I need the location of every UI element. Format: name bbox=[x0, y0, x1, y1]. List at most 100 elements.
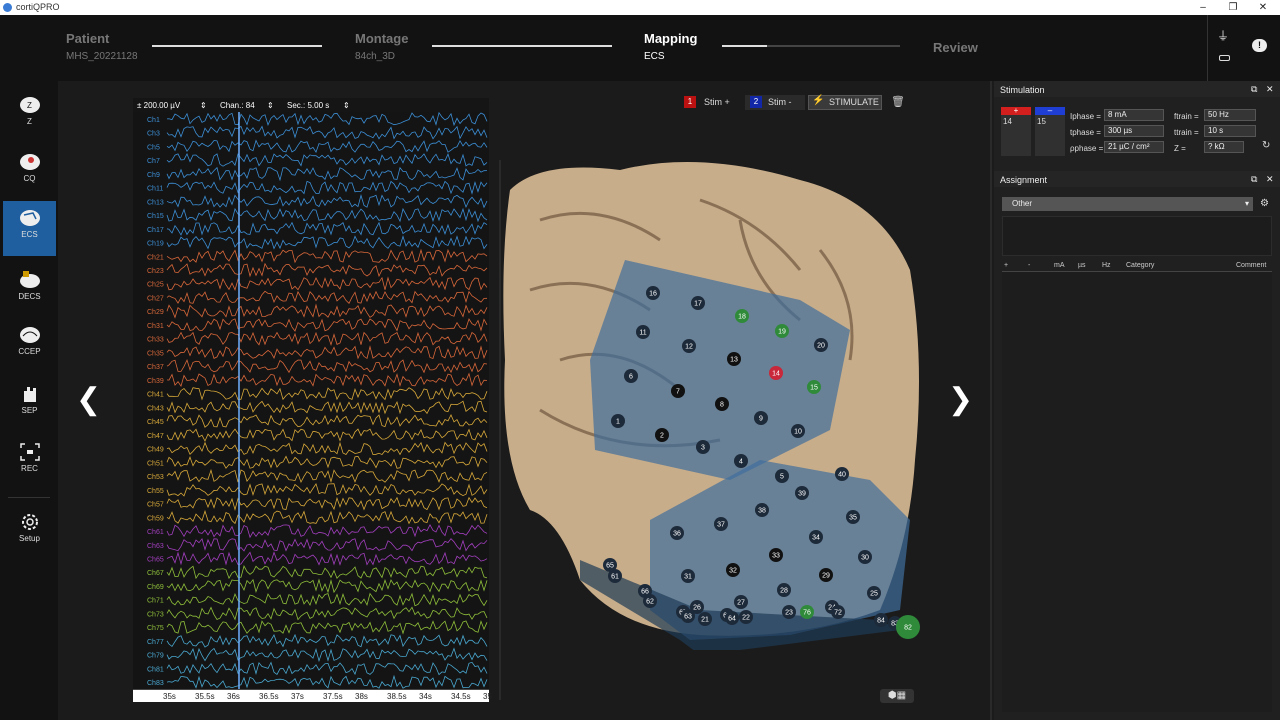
minimize-button[interactable]: – bbox=[1188, 0, 1218, 15]
channel-label: Ch41 bbox=[147, 392, 164, 399]
view-cube-icon[interactable]: ⬢▦ bbox=[880, 689, 914, 703]
stim-plus-number: 1 bbox=[684, 96, 696, 108]
head-cq-icon bbox=[19, 154, 40, 170]
eeg-traces[interactable]: Ch1 Ch3 Ch5 Ch7 Ch9 Ch11 Ch13 Ch15 Ch17 Ch19 Ch21 C… bbox=[133, 112, 489, 689]
tool-cq[interactable]: CQ bbox=[3, 145, 56, 200]
channel-label: Ch65 bbox=[147, 556, 164, 563]
tool-ecs[interactable]: ECS bbox=[3, 201, 56, 256]
electrode-label: 12 bbox=[685, 344, 693, 351]
t-train-input[interactable]: 10 s bbox=[1204, 125, 1256, 137]
column-header[interactable]: - bbox=[1028, 262, 1030, 269]
electrode-label: 22 bbox=[742, 615, 750, 622]
minus-electrode: 15 bbox=[1037, 117, 1046, 126]
t-train-label: ttrain = bbox=[1174, 128, 1199, 137]
step-value: MHS_20221128 bbox=[66, 51, 138, 62]
column-header[interactable]: + bbox=[1004, 262, 1008, 269]
spinner-arrow-icon[interactable]: ⇕ bbox=[343, 101, 350, 110]
channel-label: Ch37 bbox=[147, 364, 164, 371]
float-icon[interactable]: ⧉ bbox=[1251, 84, 1257, 95]
gear-icon[interactable]: ⚙ bbox=[1260, 198, 1269, 209]
stim-plus-button[interactable]: Stim + bbox=[700, 94, 734, 110]
close-icon[interactable]: ✕ bbox=[1266, 174, 1274, 185]
chat-icon[interactable]: ! bbox=[1252, 39, 1267, 52]
tool-rec[interactable]: REC bbox=[3, 435, 56, 490]
spinner-arrow-icon[interactable]: ⇕ bbox=[267, 101, 274, 110]
electrode-label: 31 bbox=[684, 574, 692, 581]
channel-label: Ch57 bbox=[147, 502, 164, 509]
float-icon[interactable]: ⧉ bbox=[1251, 174, 1257, 185]
plug-icon[interactable]: ⏚ bbox=[1217, 27, 1229, 44]
rho-phase-label: ρphase = bbox=[1070, 144, 1104, 153]
close-button[interactable]: ✕ bbox=[1248, 0, 1278, 15]
channel-spinner[interactable]: Chan.: 84 bbox=[220, 101, 255, 110]
close-icon[interactable]: ✕ bbox=[1266, 84, 1274, 95]
electrode-label: 84 bbox=[877, 618, 885, 625]
channel-label: Ch33 bbox=[147, 337, 164, 344]
tool-ccep[interactable]: CCEP bbox=[3, 318, 56, 373]
amplitude-spinner[interactable]: ± 200.00 µV bbox=[137, 101, 180, 110]
tool-sep[interactable]: SEP bbox=[3, 377, 56, 432]
step-mapping[interactable]: Mapping ECS bbox=[644, 31, 697, 62]
electrode-label: 5 bbox=[780, 474, 784, 481]
electrode-label: 36 bbox=[673, 531, 681, 538]
tool-setup[interactable]: Setup bbox=[3, 505, 56, 560]
channel-label: Ch5 bbox=[147, 144, 160, 151]
electrode-label: 16 bbox=[649, 291, 657, 298]
electrode-label: 32 bbox=[729, 568, 737, 575]
refresh-icon[interactable]: ↻ bbox=[1262, 140, 1270, 151]
step-progress bbox=[152, 45, 322, 47]
electrode-label: 27 bbox=[737, 600, 745, 607]
stim-minus-button[interactable]: Stim - bbox=[764, 94, 796, 110]
column-header[interactable]: Comment bbox=[1236, 262, 1266, 269]
column-header[interactable]: mA bbox=[1054, 262, 1065, 269]
brain-3d-view[interactable]: 1617181920111213141567891012345 403938373… bbox=[500, 160, 920, 650]
i-phase-input[interactable]: 8 mA bbox=[1104, 109, 1164, 121]
stim-minus-slot[interactable]: – 15 bbox=[1035, 107, 1065, 156]
electrode-label: 37 bbox=[717, 522, 725, 529]
stimulate-button[interactable]: STIMULATE bbox=[825, 94, 883, 110]
rho-phase-input[interactable]: 21 µC / cm² bbox=[1104, 141, 1164, 153]
column-header[interactable]: µs bbox=[1078, 262, 1086, 269]
channel-label: Ch49 bbox=[147, 447, 164, 454]
time-tick: 34s bbox=[419, 692, 432, 701]
electrode-label: 7 bbox=[676, 389, 680, 396]
channel-label: Ch45 bbox=[147, 419, 164, 426]
time-tick: 35s bbox=[163, 692, 176, 701]
tool-decs[interactable]: DECS bbox=[3, 263, 56, 318]
trash-icon[interactable]: 🗑 bbox=[891, 95, 905, 108]
seconds-spinner[interactable]: Sec.: 5.00 s bbox=[287, 101, 329, 110]
step-montage[interactable]: Montage 84ch_3D bbox=[355, 31, 408, 62]
channel-label: Ch23 bbox=[147, 268, 164, 275]
channel-label: Ch13 bbox=[147, 199, 164, 206]
f-train-input[interactable]: 50 Hz bbox=[1204, 109, 1256, 121]
channel-label: Ch3 bbox=[147, 131, 160, 138]
electrode-label: 76 bbox=[803, 610, 811, 617]
head-ecs-icon bbox=[19, 210, 40, 226]
chevron-right-icon[interactable]: ❯ bbox=[948, 385, 973, 415]
splitter[interactable] bbox=[990, 81, 992, 720]
column-header[interactable]: Category bbox=[1126, 262, 1154, 269]
stim-plus-slot[interactable]: + 14 bbox=[1001, 107, 1031, 156]
divider bbox=[8, 497, 50, 498]
electrode-label: 3 bbox=[701, 445, 705, 452]
electrode-label: 8 bbox=[720, 402, 724, 409]
spinner-arrow-icon[interactable]: ⇕ bbox=[200, 101, 207, 110]
electrode-label: 23 bbox=[785, 610, 793, 617]
channel-label: Ch29 bbox=[147, 309, 164, 316]
column-header[interactable]: Hz bbox=[1102, 262, 1111, 269]
electrode-label: 28 bbox=[780, 588, 788, 595]
comment-box[interactable] bbox=[1002, 216, 1272, 256]
maximize-button[interactable]: ❐ bbox=[1218, 0, 1248, 15]
step-review[interactable]: Review bbox=[933, 40, 978, 55]
chevron-left-icon[interactable]: ❮ bbox=[76, 385, 101, 415]
channel-label: Ch83 bbox=[147, 680, 164, 687]
step-patient[interactable]: Patient MHS_20221128 bbox=[66, 31, 138, 62]
splitter[interactable] bbox=[499, 160, 501, 700]
t-phase-input[interactable]: 300 µs bbox=[1104, 125, 1164, 137]
electrode-label: 13 bbox=[730, 357, 738, 364]
channel-label: Ch15 bbox=[147, 213, 164, 220]
tool-z[interactable]: Z Z bbox=[3, 88, 56, 143]
channel-label: Ch25 bbox=[147, 282, 164, 289]
channel-label: Ch61 bbox=[147, 529, 164, 536]
category-select[interactable]: Other ▾ bbox=[1002, 197, 1253, 211]
